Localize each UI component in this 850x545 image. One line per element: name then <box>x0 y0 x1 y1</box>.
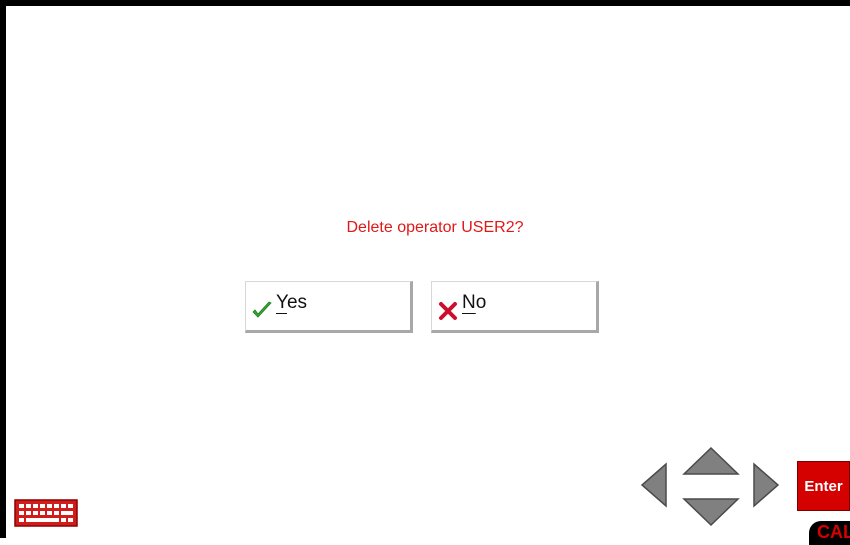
no-label-rest: o <box>475 292 487 313</box>
yes-mnemonic: Y <box>276 292 287 313</box>
confirm-message: Delete operator USER2? <box>346 219 524 236</box>
yes-label: Yes <box>276 292 307 314</box>
arrow-right-icon[interactable] <box>752 462 780 508</box>
arrow-up-icon[interactable] <box>682 446 740 476</box>
no-label: No <box>462 292 486 314</box>
arrow-left-icon[interactable] <box>640 462 668 508</box>
cal-button[interactable]: CAL <box>809 521 850 545</box>
keyboard-icon[interactable] <box>14 499 78 527</box>
x-icon <box>439 302 457 320</box>
checkmark-icon <box>252 301 272 318</box>
yes-button[interactable]: Yes <box>245 281 413 333</box>
no-button[interactable]: No <box>431 281 599 333</box>
enter-button[interactable]: Enter <box>797 461 850 511</box>
yes-label-rest: es <box>286 292 308 313</box>
no-mnemonic: N <box>462 292 476 313</box>
arrow-down-icon[interactable] <box>682 497 740 527</box>
